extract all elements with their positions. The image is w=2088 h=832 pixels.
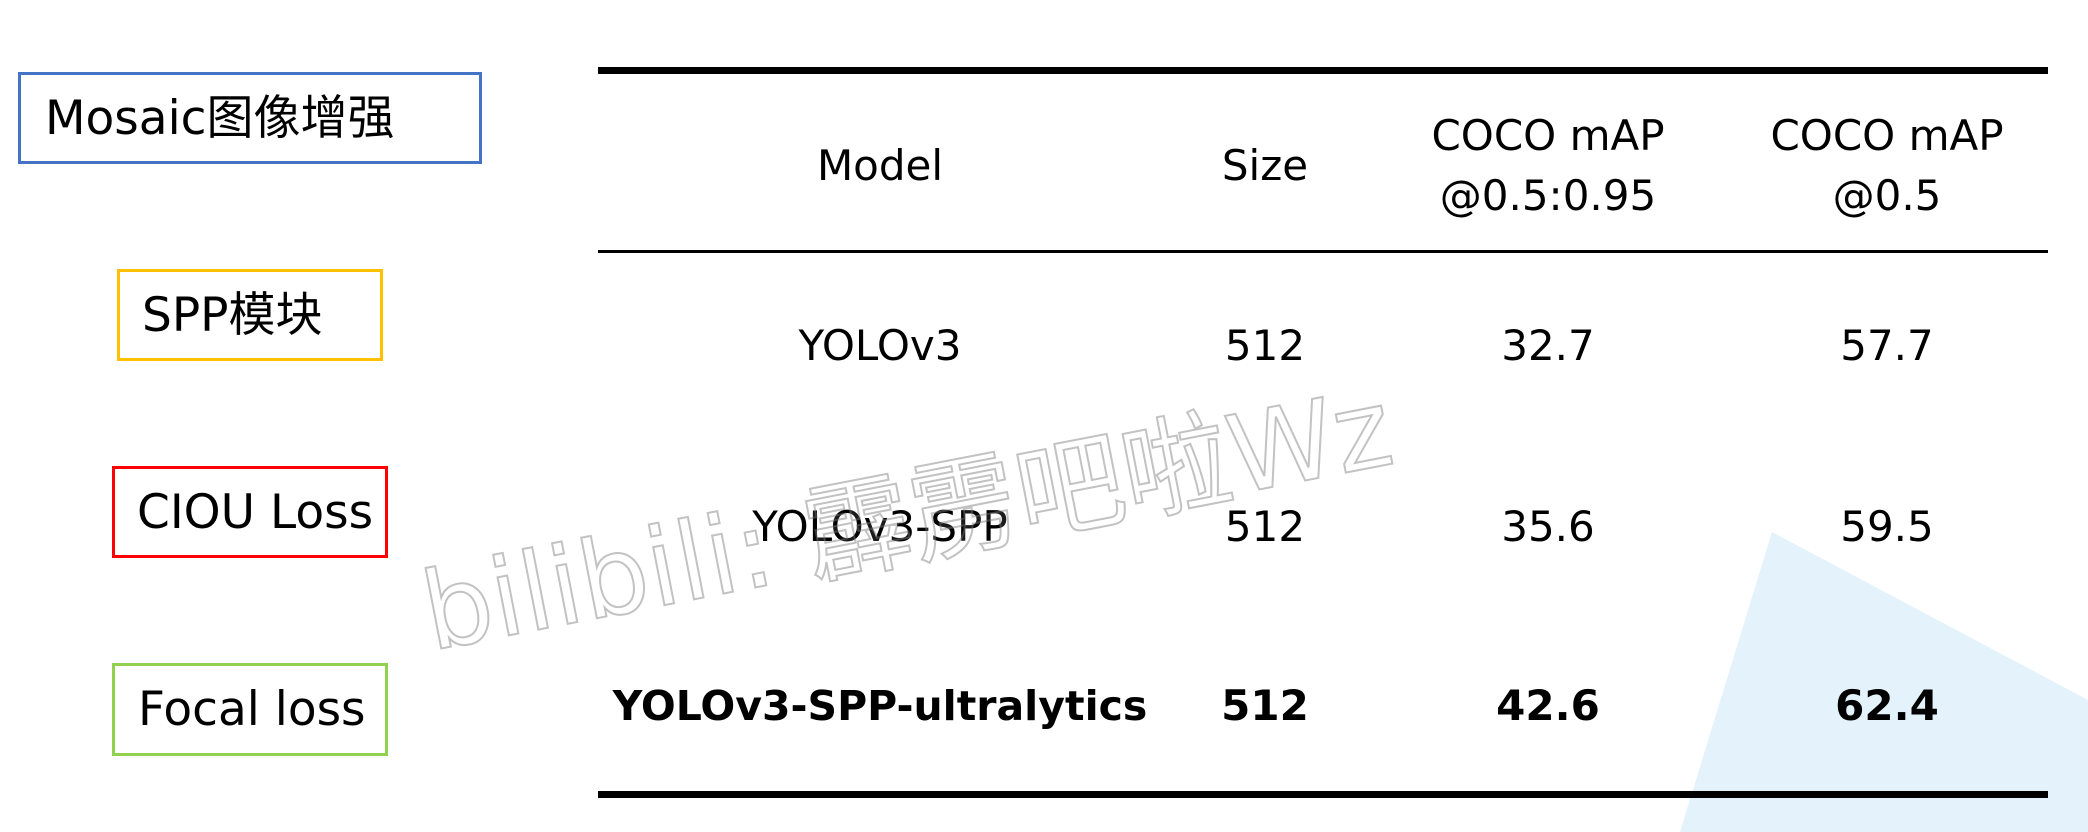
- header-model: Model: [816, 141, 944, 190]
- header-map50-line1: COCO mAP: [1770, 111, 2004, 160]
- header-size: Size: [1221, 141, 1309, 190]
- spp-tag-label: SPP模块: [142, 287, 323, 343]
- row-model-cell: YOLOv3: [798, 321, 962, 370]
- focal-tag-label: Focal loss: [138, 682, 366, 737]
- row-size-cell: 512: [1224, 321, 1306, 370]
- table-header-rule: [598, 250, 2048, 253]
- focal-loss-tag: Focal loss: [112, 663, 388, 756]
- row-model-cell: YOLOv3-SPP-ultralytics: [612, 682, 1148, 730]
- header-map-range-line2: @0.5:0.95: [1439, 171, 1657, 220]
- row-map-range-cell: 35.6: [1501, 502, 1595, 551]
- row-model-cell: YOLOv3-SPP: [752, 502, 1008, 551]
- ciou-tag-label: CIOU Loss: [137, 484, 374, 540]
- row-size-cell: 512: [1221, 681, 1309, 730]
- row-map50-cell: 59.5: [1840, 502, 1934, 551]
- table-top-rule: [598, 67, 2048, 74]
- ciou-loss-tag: CIOU Loss: [112, 466, 388, 558]
- mosaic-tag-label: Mosaic图像增强: [45, 90, 395, 146]
- header-map-range-line1: COCO mAP: [1431, 111, 1665, 160]
- spp-module-tag: SPP模块: [117, 269, 383, 361]
- mosaic-augmentation-tag: Mosaic图像增强: [18, 72, 482, 164]
- row-map50-cell: 57.7: [1840, 321, 1934, 370]
- row-map-range-cell: 42.6: [1496, 681, 1600, 730]
- row-size-cell: 512: [1224, 502, 1306, 551]
- row-map-range-cell: 32.7: [1501, 321, 1595, 370]
- header-map50-line2: @0.5: [1832, 171, 1942, 220]
- row-map50-cell: 62.4: [1835, 681, 1939, 730]
- table-bottom-rule: [598, 791, 2048, 798]
